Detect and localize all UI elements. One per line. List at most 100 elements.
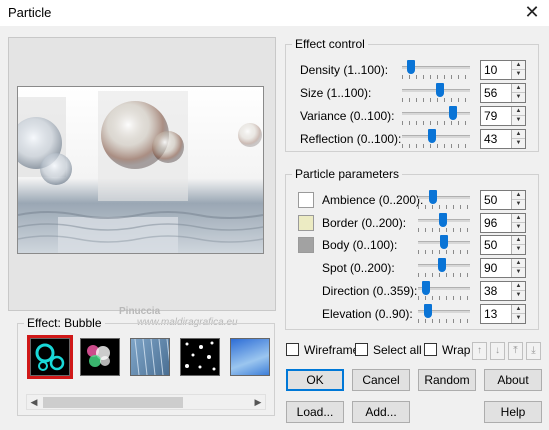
spinbox-buttons: ▲ ▼ xyxy=(511,281,525,300)
slider-label: Direction (0..359): xyxy=(322,283,418,298)
sky-thumbnail[interactable] xyxy=(230,338,270,376)
slider-thumb[interactable] xyxy=(429,190,437,204)
particle-parameters-title: Particle parameters xyxy=(292,167,403,181)
value-spinbox[interactable]: 56 ▲ ▼ xyxy=(480,83,526,103)
effect-scrollbar[interactable]: ◀ ▶ xyxy=(26,394,266,410)
load-button[interactable]: Load... xyxy=(286,401,344,423)
spin-up-icon[interactable]: ▲ xyxy=(512,191,525,200)
color-swatch[interactable] xyxy=(298,237,314,254)
value-spinbox[interactable]: 43 ▲ ▼ xyxy=(480,129,526,149)
spinbox-value[interactable]: 13 xyxy=(484,307,497,321)
about-button[interactable]: About xyxy=(484,369,542,391)
wireframe-label: Wireframe xyxy=(304,343,360,357)
spin-up-icon[interactable]: ▲ xyxy=(512,84,525,93)
cancel-button[interactable]: Cancel xyxy=(352,369,410,391)
value-spinbox[interactable]: 50 ▲ ▼ xyxy=(480,235,526,256)
slider-thumb[interactable] xyxy=(435,83,444,97)
slider-thumb[interactable] xyxy=(424,303,433,318)
spinbox-value[interactable]: 43 xyxy=(484,132,497,146)
arrow-up-icon[interactable]: ↑ xyxy=(472,342,487,360)
value-spinbox[interactable]: 13 ▲ ▼ xyxy=(480,303,526,324)
spin-down-icon[interactable]: ▼ xyxy=(512,116,525,125)
effect-row: Reflection (0..100): 43 ▲ ▼ xyxy=(290,129,535,149)
slider-thumb[interactable] xyxy=(407,60,416,74)
slider-track[interactable] xyxy=(402,135,470,138)
spinbox-value[interactable]: 56 xyxy=(484,86,497,100)
scrollbar-thumb[interactable] xyxy=(43,397,183,408)
close-icon[interactable]: ✕ xyxy=(522,2,542,22)
spin-down-icon[interactable]: ▼ xyxy=(512,93,525,102)
title-bar: Particle ✕ xyxy=(0,0,549,26)
spinbox-value[interactable]: 90 xyxy=(484,261,497,275)
preview-panel: Pinuccia www.maldiragrafica.eu xyxy=(8,37,276,328)
help-button[interactable]: Help xyxy=(484,401,542,423)
preview-image xyxy=(17,86,264,254)
spinbox-value[interactable]: 10 xyxy=(484,63,497,77)
spinbox-value[interactable]: 50 xyxy=(484,238,497,252)
spin-down-icon[interactable]: ▼ xyxy=(512,245,525,255)
value-spinbox[interactable]: 96 ▲ ▼ xyxy=(480,212,526,233)
effect-control-title: Effect control xyxy=(292,37,368,51)
spinbox-value[interactable]: 96 xyxy=(484,216,497,230)
slider-thumb[interactable] xyxy=(422,280,431,295)
slider-label: Reflection (0..100): xyxy=(300,132,402,146)
value-spinbox[interactable]: 79 ▲ ▼ xyxy=(480,106,526,126)
wrap-label: Wrap xyxy=(442,343,471,357)
bubble-thumbnail[interactable] xyxy=(27,335,73,379)
wrap-box[interactable] xyxy=(424,343,437,356)
slider-label: Border (0..200): xyxy=(322,215,407,230)
spin-up-icon[interactable]: ▲ xyxy=(512,61,525,70)
slider-thumb[interactable] xyxy=(449,106,458,120)
spin-up-icon[interactable]: ▲ xyxy=(512,130,525,139)
spinbox-value[interactable]: 50 xyxy=(484,193,497,207)
slider-thumb[interactable] xyxy=(440,235,448,250)
spinbox-buttons: ▲ ▼ xyxy=(511,84,525,102)
spinbox-value[interactable]: 79 xyxy=(484,109,497,123)
particle-row: Direction (0..359): 38 ▲ ▼ xyxy=(290,280,535,301)
sparkle-thumbnail[interactable] xyxy=(80,338,120,376)
slider-thumb[interactable] xyxy=(437,258,446,273)
spin-down-icon[interactable]: ▼ xyxy=(512,313,525,323)
spinbox-value[interactable]: 38 xyxy=(484,284,497,298)
slider-label: Variance (0..100): xyxy=(300,109,395,123)
arrow-down-icon[interactable]: ↓ xyxy=(490,342,505,360)
snow-thumbnail[interactable] xyxy=(180,338,220,376)
scroll-left-icon[interactable]: ◀ xyxy=(27,395,41,409)
value-spinbox[interactable]: 90 ▲ ▼ xyxy=(480,258,526,279)
slider-label: Size (1..100): xyxy=(300,86,372,100)
value-spinbox[interactable]: 38 ▲ ▼ xyxy=(480,280,526,301)
select-all-box[interactable] xyxy=(355,343,368,356)
arrow-bottom-icon[interactable]: ⤓ xyxy=(526,342,541,360)
slider-thumb[interactable] xyxy=(439,212,448,227)
spin-up-icon[interactable]: ▲ xyxy=(512,259,525,269)
slider-label: Body (0..100): xyxy=(322,238,398,253)
slider-thumb[interactable] xyxy=(427,129,436,143)
spin-down-icon[interactable]: ▼ xyxy=(512,222,525,232)
particle-row: Ambience (0..200): 50 ▲ ▼ xyxy=(290,190,535,210)
spin-up-icon[interactable]: ▲ xyxy=(512,281,525,291)
spin-up-icon[interactable]: ▲ xyxy=(512,236,525,246)
spin-down-icon[interactable]: ▼ xyxy=(512,290,525,300)
value-spinbox[interactable]: 10 ▲ ▼ xyxy=(480,60,526,80)
value-spinbox[interactable]: 50 ▲ ▼ xyxy=(480,190,526,210)
wireframe-box[interactable] xyxy=(286,343,299,356)
spinbox-buttons: ▲ ▼ xyxy=(511,304,525,323)
spin-down-icon[interactable]: ▼ xyxy=(512,139,525,148)
spin-up-icon[interactable]: ▲ xyxy=(512,304,525,314)
ok-button[interactable]: OK xyxy=(286,369,344,391)
add-button[interactable]: Add... xyxy=(352,401,410,423)
spin-up-icon[interactable]: ▲ xyxy=(512,213,525,223)
rain-thumbnail[interactable] xyxy=(130,338,170,376)
spin-down-icon[interactable]: ▼ xyxy=(512,200,525,209)
scroll-right-icon[interactable]: ▶ xyxy=(251,395,265,409)
spin-down-icon[interactable]: ▼ xyxy=(512,70,525,79)
arrow-top-icon[interactable]: ⤒ xyxy=(508,342,523,360)
slider-track[interactable] xyxy=(402,112,470,115)
random-button[interactable]: Random xyxy=(418,369,476,391)
slider-ticks xyxy=(418,250,470,255)
spin-down-icon[interactable]: ▼ xyxy=(512,268,525,278)
color-swatch[interactable] xyxy=(298,214,314,231)
slider-track[interactable] xyxy=(418,196,470,199)
spin-up-icon[interactable]: ▲ xyxy=(512,107,525,116)
color-swatch[interactable] xyxy=(298,192,314,208)
